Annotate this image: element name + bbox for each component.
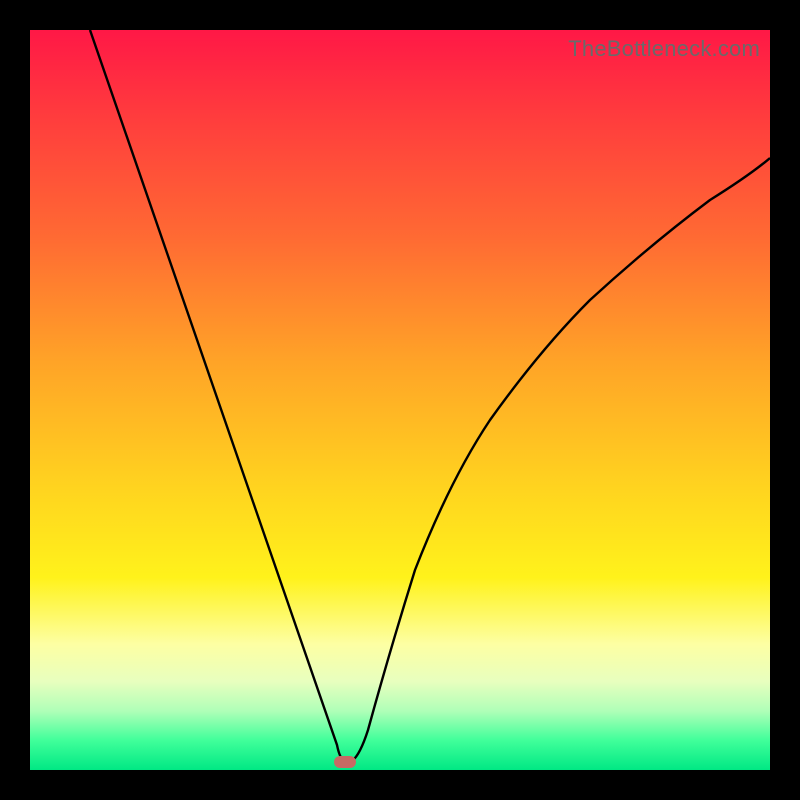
- bottleneck-curve: [30, 30, 770, 770]
- chart-frame: TheBottleneck.com: [0, 0, 800, 800]
- curve-left-arm: [90, 30, 345, 761]
- curve-right-arm: [352, 158, 770, 761]
- plot-area: TheBottleneck.com: [30, 30, 770, 770]
- minimum-marker: [334, 756, 356, 768]
